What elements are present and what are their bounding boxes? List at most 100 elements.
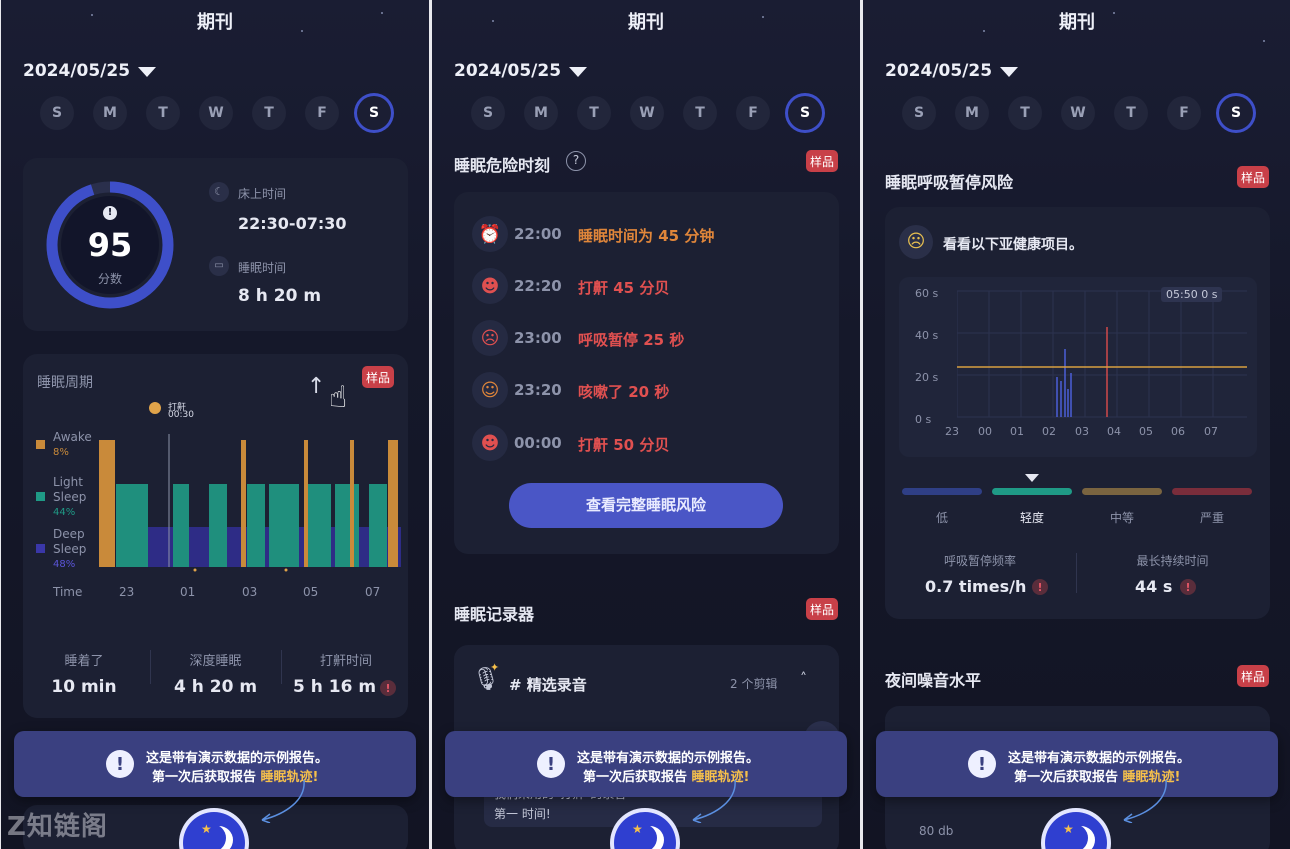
day-thu[interactable]: T: [1114, 96, 1148, 130]
warning-icon[interactable]: !: [1180, 579, 1196, 595]
awake-bar: [304, 440, 308, 567]
light-sleep-bar: [335, 484, 359, 567]
score-card: ! 95 分数 ☾ 床上时间 22:30-07:30 ▭ 睡眠时间 8 h 20…: [23, 158, 408, 331]
light-sleep-bar: [173, 484, 189, 567]
freq-value: 0.7 times/h: [925, 577, 1027, 596]
banner-text-1: 这是带有演示数据的示例报告。: [577, 751, 760, 766]
alarm-icon: ⏰: [472, 216, 508, 252]
day-tue[interactable]: T: [1008, 96, 1042, 130]
bed-icon: ▭: [209, 256, 229, 276]
day-thu[interactable]: T: [252, 96, 286, 130]
snore-tag-time: 00:30: [168, 410, 194, 420]
snore-marker-icon: [149, 402, 161, 414]
page-title: 期刊: [1059, 12, 1095, 33]
day-thu[interactable]: T: [683, 96, 717, 130]
legend-swatch-light: [36, 492, 45, 501]
stat-label: 深度睡眠: [189, 654, 242, 669]
warning-icon[interactable]: !: [1032, 579, 1048, 595]
stat-label: 打鼾时间: [319, 654, 372, 669]
divider: [281, 650, 282, 684]
x-tick: 23: [119, 585, 135, 599]
y-tick: 80 db: [919, 824, 954, 838]
day-mon[interactable]: M: [524, 96, 558, 130]
clips-count: 2 个剪辑: [730, 677, 778, 691]
recording-text-2: 第一 时间!: [494, 807, 551, 821]
day-tue[interactable]: T: [146, 96, 180, 130]
cursor-label: 05:50 0 s: [1161, 287, 1223, 302]
date-picker[interactable]: 2024/05/25: [885, 61, 992, 81]
x-tick: 01: [180, 585, 196, 599]
risk-row[interactable]: ⏰ 22:00 睡眠时间为 45 分钟: [472, 214, 832, 254]
x-tick: 07: [1204, 425, 1218, 438]
day-fri[interactable]: F: [1167, 96, 1201, 130]
screen-sleep-risks: 期刊 2024/05/25 S M T W T F S 睡眠危险时刻 ? 样品 …: [432, 0, 860, 849]
apnea-chart-panel: 60 s 40 s 20 s 0 s 05:50 0 s 23 00 01 02…: [899, 277, 1257, 457]
light-sleep-bar: [369, 484, 387, 567]
day-wed[interactable]: W: [1061, 96, 1095, 130]
chevron-down-icon[interactable]: [138, 67, 156, 77]
x-tick: 00: [978, 425, 992, 438]
date-picker[interactable]: 2024/05/25: [454, 61, 561, 81]
warning-icon[interactable]: !: [380, 680, 396, 696]
banner-text-1: 这是带有演示数据的示例报告。: [146, 751, 329, 766]
x-tick: 07: [365, 585, 381, 599]
day-sun[interactable]: S: [40, 96, 74, 130]
y-tick: 0 s: [915, 413, 932, 426]
face-icon: ☹: [899, 225, 933, 259]
info-icon: !: [537, 750, 565, 778]
score-label: 分数: [97, 272, 122, 286]
day-sat[interactable]: S: [1219, 96, 1253, 130]
date-picker[interactable]: 2024/05/25: [23, 61, 130, 81]
snore-icon: ☻: [472, 425, 508, 461]
awake-bar: [350, 440, 354, 567]
freq-label: 呼吸暂停频率: [943, 554, 1016, 568]
day-fri[interactable]: F: [305, 96, 339, 130]
day-sat[interactable]: S: [788, 96, 822, 130]
view-full-risk-button[interactable]: 查看完整睡眠风险: [509, 483, 783, 528]
star-icon: ✦: [490, 661, 500, 674]
page-title: 期刊: [197, 12, 233, 33]
banner-text-1: 这是带有演示数据的示例报告。: [1008, 751, 1191, 766]
day-sat[interactable]: S: [357, 96, 391, 130]
day-sun[interactable]: S: [471, 96, 505, 130]
screen-sleep-summary: 期刊 2024/05/25 S M T W T F S ! 95 分数 ☾ 床上…: [1, 0, 429, 849]
help-icon[interactable]: ?: [566, 151, 586, 171]
alert-icon: !: [103, 206, 117, 220]
stat-value: 4 h 20 m: [173, 677, 258, 697]
sample-badge: 样品: [1237, 166, 1269, 188]
sleep-cycle-chart: [99, 434, 401, 572]
light-sleep-bar: [116, 484, 148, 567]
light-sleep-bar: [269, 484, 299, 567]
day-mon[interactable]: M: [93, 96, 127, 130]
risk-row[interactable]: ☺ 23:20 咳嗽了 20 秒: [472, 370, 832, 410]
hand-pointer-icon: ☝: [329, 380, 348, 415]
severity-label: 中等: [1109, 511, 1134, 525]
risk-row[interactable]: ☻ 22:20 打鼾 45 分贝: [472, 266, 832, 306]
light-sleep-bar: [247, 484, 265, 567]
recordings-label: # 精选录音: [509, 676, 587, 694]
legend-deep: Deep Sleep 48%: [53, 527, 87, 570]
x-tick: 06: [1171, 425, 1185, 438]
divider: [1076, 553, 1077, 593]
risk-row[interactable]: ☹ 23:00 呼吸暂停 25 秒: [472, 318, 832, 358]
day-tue[interactable]: T: [577, 96, 611, 130]
legend-swatch-deep: [36, 544, 45, 553]
day-sun[interactable]: S: [902, 96, 936, 130]
chevron-up-icon[interactable]: ˄: [800, 671, 807, 687]
risk-row[interactable]: ☻ 00:00 打鼾 50 分贝: [472, 423, 832, 463]
day-wed[interactable]: W: [199, 96, 233, 130]
day-mon[interactable]: M: [955, 96, 989, 130]
chevron-down-icon[interactable]: [569, 67, 587, 77]
chevron-down-icon[interactable]: [1000, 67, 1018, 77]
severity-bar-mild: [992, 488, 1072, 495]
day-wed[interactable]: W: [630, 96, 664, 130]
awake-bar: [241, 440, 246, 567]
day-fri[interactable]: F: [736, 96, 770, 130]
event-dot: [284, 568, 288, 572]
longest-label: 最长持续时间: [1136, 554, 1209, 568]
severity-label: 低: [935, 511, 948, 525]
x-tick: 05: [1139, 425, 1153, 438]
x-tick: 04: [1107, 425, 1121, 438]
apnea-section-title: 睡眠呼吸暂停风险: [885, 173, 1014, 192]
recorder-section-title: 睡眠记录器: [454, 605, 535, 624]
